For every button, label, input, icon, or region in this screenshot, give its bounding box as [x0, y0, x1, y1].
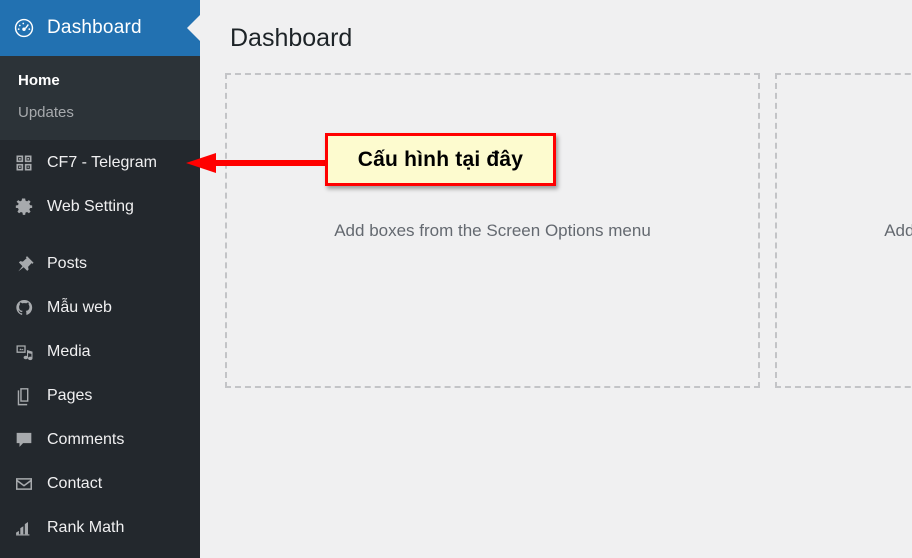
sidebar-item-posts[interactable]: Posts	[0, 242, 200, 286]
dashboard-widget-placeholder-left[interactable]: Add boxes from the Screen Options menu	[225, 73, 760, 388]
submenu-item-updates[interactable]: Updates	[0, 97, 200, 129]
main-content-area: Dashboard Add boxes from the Screen Opti…	[200, 0, 912, 558]
sidebar-item-mau-web[interactable]: Mẫu web	[0, 286, 200, 330]
sidebar-item-comments[interactable]: Comments	[0, 418, 200, 462]
dashboard-gauge-icon	[11, 15, 37, 41]
annotation-arrow-icon	[186, 153, 331, 173]
sidebar-item-label: Comments	[47, 431, 125, 448]
annotation-callout-box: Cấu hình tại đây	[325, 133, 556, 186]
menu-pointer-triangle	[187, 15, 200, 41]
pages-icon	[11, 383, 37, 409]
annotation-text: Cấu hình tại đây	[357, 147, 524, 171]
sidebar-item-dashboard[interactable]: Dashboard	[0, 0, 200, 56]
sidebar-item-label: Pages	[47, 387, 93, 404]
sidebar-item-label: Web Setting	[47, 198, 134, 215]
sidebar-item-label: Mẫu web	[47, 299, 112, 316]
envelope-icon	[11, 471, 37, 497]
sidebar-item-pages[interactable]: Pages	[0, 374, 200, 418]
appearance-brush-icon	[11, 295, 37, 321]
dashboard-widget-placeholder-right[interactable]: Add boxes from the Screen Options menu	[775, 73, 912, 388]
dashboard-submenu: Home Updates	[0, 56, 200, 140]
sidebar-item-label: Contact	[47, 475, 103, 492]
sidebar-item-rank-math[interactable]: Rank Math	[0, 506, 200, 550]
comment-bubble-icon	[11, 427, 37, 453]
sidebar-item-label: Dashboard	[47, 17, 142, 38]
sidebar-item-label: Rank Math	[47, 519, 125, 536]
sidebar-item-web-setting[interactable]: Web Setting	[0, 185, 200, 229]
sidebar-item-label: Posts	[47, 255, 88, 272]
placeholder-hint-text: Add boxes from the Screen Options menu	[334, 220, 651, 240]
menu-group-gap	[0, 229, 200, 242]
placeholder-hint-text: Add boxes from the Screen Options menu	[884, 220, 912, 240]
sidebar-item-contact[interactable]: Contact	[0, 462, 200, 506]
sidebar-item-label: Media	[47, 343, 91, 360]
sidebar-item-label: CF7 - Telegram	[47, 154, 157, 171]
bar-chart-icon	[11, 515, 37, 541]
sidebar-item-cf7-telegram[interactable]: CF7 - Telegram	[0, 141, 200, 185]
submenu-item-home[interactable]: Home	[0, 65, 200, 97]
admin-sidebar: Dashboard Home Updates CF7 - Telegram We…	[0, 0, 200, 558]
qr-code-icon	[11, 150, 37, 176]
media-icon	[11, 339, 37, 365]
page-title: Dashboard	[230, 24, 353, 52]
pin-icon	[11, 251, 37, 277]
gear-icon	[11, 194, 37, 220]
sidebar-item-media[interactable]: Media	[0, 330, 200, 374]
